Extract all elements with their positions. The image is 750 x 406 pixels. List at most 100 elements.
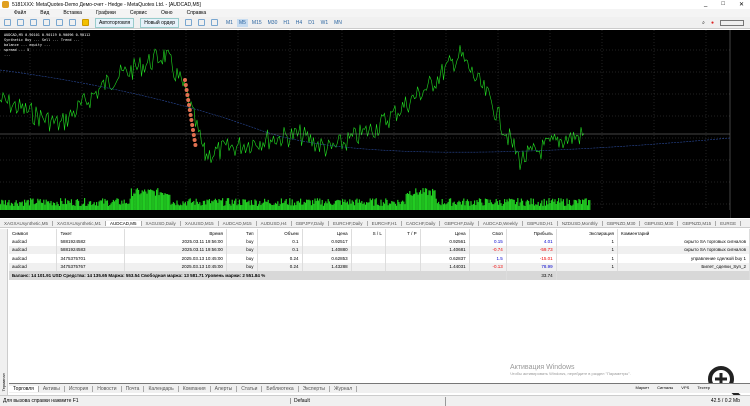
menu-item[interactable]: Вставка xyxy=(63,10,82,16)
link-1[interactable]: Сигналы xyxy=(657,385,673,390)
new-order-button[interactable]: Новый ордер xyxy=(140,17,179,28)
link-2[interactable]: VPS xyxy=(681,385,689,390)
table-row[interactable]: audcad 3475375767 2025.03.13 10:45:00 buy 0.… xyxy=(9,262,750,271)
terminal-tab[interactable]: Журнал xyxy=(330,385,358,392)
symbol-tab[interactable]: EURGE xyxy=(716,220,742,226)
chart-type-icon[interactable] xyxy=(69,19,76,26)
symbol-tab[interactable]: XAGXAUsynthetic,M1 xyxy=(53,220,107,226)
volume-bar xyxy=(139,194,141,210)
timeframe-mn[interactable]: MN xyxy=(332,19,344,27)
timeframe-h1[interactable]: H1 xyxy=(281,19,291,27)
column-header[interactable]: Тип xyxy=(226,229,258,237)
symbol-tab[interactable]: XAGXAUsynthetic,M5 xyxy=(0,220,54,226)
timeframe-m15[interactable]: M15 xyxy=(250,19,264,27)
timeframe-d1[interactable]: D1 xyxy=(306,19,316,27)
volume-bar xyxy=(427,195,429,210)
symbol-tab[interactable]: XAGUSD,Daily xyxy=(142,220,181,226)
symbol-tab[interactable]: EURCHF,Daily xyxy=(329,220,368,226)
volume-bar xyxy=(88,201,90,210)
terminal-tab[interactable]: Календарь xyxy=(144,385,179,392)
symbol-tab[interactable]: GBPJPY,Daily xyxy=(292,220,330,226)
volume-bar xyxy=(152,190,154,210)
maximize-button[interactable]: □ xyxy=(721,1,725,8)
volume-bar xyxy=(268,203,270,210)
link-0[interactable]: Маркет xyxy=(636,385,650,390)
menu-item[interactable]: Справка xyxy=(187,10,207,16)
column-header[interactable]: Тикет xyxy=(56,229,126,237)
symbol-tab[interactable]: GBPNZD,M30 xyxy=(603,220,641,226)
terminal-tab[interactable]: Почта xyxy=(122,385,145,392)
column-header[interactable]: Цена xyxy=(420,229,470,237)
zoom-in-icon[interactable] xyxy=(185,19,192,26)
menu-item[interactable]: Окно xyxy=(161,10,173,16)
timeframe-h4[interactable]: H4 xyxy=(294,19,304,27)
symbol-tab[interactable]: GBPNZD,M15 xyxy=(678,220,717,226)
link-3[interactable]: Тестер xyxy=(697,385,710,390)
column-header[interactable]: Прибыль xyxy=(506,229,557,237)
templates-icon[interactable] xyxy=(82,19,89,26)
search-input[interactable] xyxy=(720,19,744,26)
text-icon[interactable] xyxy=(56,19,63,26)
column-header[interactable]: T / P xyxy=(385,229,421,237)
volume-bar xyxy=(573,199,575,210)
terminal-tab[interactable]: История xyxy=(65,385,94,392)
volume-bar xyxy=(159,192,161,210)
horizontal-line-icon[interactable] xyxy=(30,19,37,26)
volume-bar xyxy=(282,203,284,210)
volume-bar xyxy=(38,200,40,210)
notifications-icon[interactable]: ● xyxy=(711,20,714,26)
trade-marker xyxy=(189,118,194,122)
close-button[interactable]: ✕ xyxy=(739,1,744,8)
symbol-tab[interactable]: CADCHF,Daily xyxy=(402,220,441,226)
symbol-tab[interactable]: AUDCAD,M15 xyxy=(219,220,257,226)
zoom-out-icon[interactable] xyxy=(198,19,205,26)
crosshair-icon[interactable] xyxy=(4,19,11,26)
terminal-tab[interactable]: Эксперты xyxy=(299,385,330,392)
volume-bar xyxy=(216,200,218,210)
terminal-tab[interactable]: Алерты xyxy=(211,385,238,392)
symbol-tab[interactable]: AUDCAD,Weekly xyxy=(479,220,523,226)
terminal-tab[interactable]: Статьи xyxy=(237,385,263,392)
column-header[interactable]: Своп xyxy=(469,229,507,237)
timeframe-m5[interactable]: M5 xyxy=(236,18,248,27)
minimize-button[interactable]: _ xyxy=(704,1,707,8)
column-header[interactable]: S / L xyxy=(351,229,386,237)
symbol-tab[interactable]: GBPUSD,M30 xyxy=(640,220,679,226)
menu-item[interactable]: Сервис xyxy=(130,10,147,16)
table-row[interactable]: audcad 3475375701 2025.03.13 10:45:00 buy 0.… xyxy=(9,254,750,263)
terminal-tab[interactable]: Торговля xyxy=(9,385,39,392)
volume-bar xyxy=(429,190,431,210)
symbol-tab[interactable]: EURCHF,H1 xyxy=(368,220,402,226)
terminal-tab[interactable]: Библиотека xyxy=(262,385,299,392)
table-row[interactable]: audcad 5881924583 2025.03.11 19:56:00 buy 0.… xyxy=(9,245,750,254)
menu-item[interactable]: Графики xyxy=(96,10,116,16)
timeframe-w1[interactable]: W1 xyxy=(319,19,331,27)
menu-item[interactable]: Файл xyxy=(14,10,26,16)
column-header[interactable]: Цена xyxy=(302,229,352,237)
column-header[interactable]: Комментарий xyxy=(617,229,750,237)
terminal-tab[interactable]: Активы xyxy=(39,385,65,392)
trendline-icon[interactable] xyxy=(43,19,50,26)
timeframe-m1[interactable]: M1 xyxy=(224,19,235,27)
symbol-tab[interactable]: AUDCAD,M5 xyxy=(106,220,142,226)
symbol-tab[interactable]: GBPUSD,H1 xyxy=(523,220,558,226)
table-row[interactable]: audcad 5881924582 2025.03.11 19:56:00 buy 0.… xyxy=(9,237,750,246)
terminal-tab[interactable]: Новости xyxy=(93,385,122,392)
symbol-tab[interactable]: XAUUSD,M15 xyxy=(181,220,219,226)
volume-bar xyxy=(219,200,221,210)
terminal-tab[interactable]: Компания xyxy=(179,385,211,392)
symbol-tab[interactable]: AUDUSD,H4 xyxy=(257,220,292,226)
column-header[interactable]: Объем xyxy=(257,229,303,237)
price-chart[interactable]: AUDCAD,M5 0.90101 0.90119 0.90096 0.9011… xyxy=(0,30,750,218)
tile-windows-icon[interactable] xyxy=(211,19,218,26)
vertical-line-icon[interactable] xyxy=(17,19,24,26)
autotrading-button[interactable]: Автоторговля xyxy=(95,17,135,28)
column-header[interactable]: Время xyxy=(124,229,227,237)
column-header[interactable]: Экспирация xyxy=(556,229,618,237)
symbol-tab[interactable]: NZDUSD,Monthly xyxy=(558,220,603,226)
menu-item[interactable]: Вид xyxy=(40,10,49,16)
column-header[interactable]: Символ xyxy=(9,229,58,237)
search-icon[interactable]: ⌕ xyxy=(702,20,705,26)
timeframe-m30[interactable]: M30 xyxy=(266,19,280,27)
symbol-tab[interactable]: GBPCHF,Daily xyxy=(440,220,479,226)
